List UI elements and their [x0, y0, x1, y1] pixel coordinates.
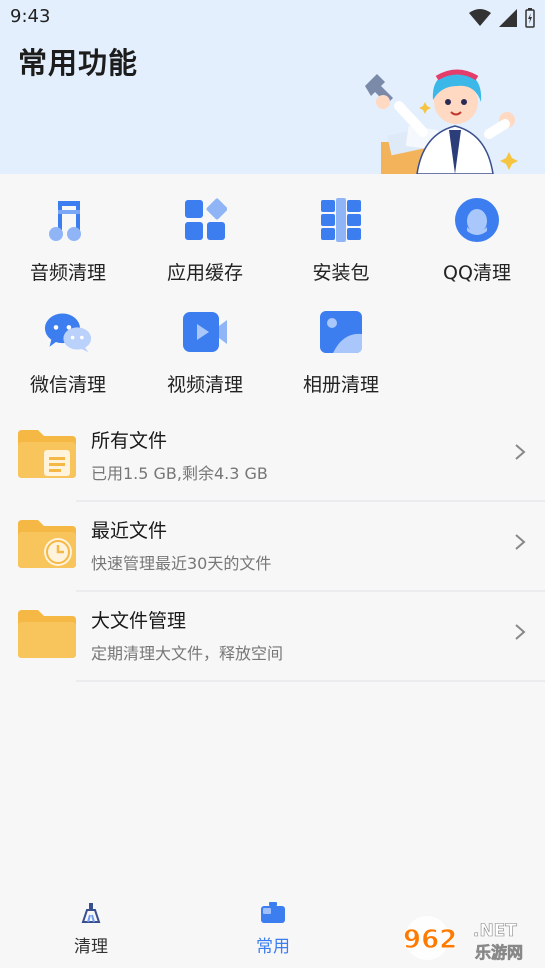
watermark-number: 962: [403, 925, 457, 955]
grid-item-label: QQ清理: [443, 262, 511, 284]
qq-penguin-icon: [453, 196, 501, 244]
watermark-cn: 乐游网: [475, 943, 523, 962]
grid-item-album-clean[interactable]: 相册清理: [281, 308, 401, 397]
broom-icon: [81, 903, 101, 923]
battery-icon: [525, 8, 535, 28]
row-title: 所有文件: [91, 430, 168, 452]
tab-common[interactable]: 常用: [228, 902, 318, 957]
grid-item-app-cache[interactable]: 应用缓存: [145, 196, 265, 285]
status-icons: [469, 8, 535, 28]
chevron-right-icon: [515, 534, 526, 550]
grid-item-qq-clean[interactable]: QQ清理: [417, 196, 537, 285]
grid-item-audio-clean[interactable]: 音频清理: [8, 196, 128, 285]
grid-item-label: 相册清理: [302, 374, 379, 396]
briefcase-icon: [261, 902, 285, 923]
row-subtitle: 已用1.5 GB,剩余4.3 GB: [91, 464, 268, 483]
grid-item-label: 安装包: [312, 262, 370, 284]
grid-item-video-clean[interactable]: 视频清理: [145, 308, 265, 397]
signal-icon: [499, 9, 517, 27]
app-grid-icon: [181, 196, 229, 244]
tab-label: 清理: [74, 937, 108, 957]
watermark-logo: 962 .NET 乐游网: [401, 910, 541, 962]
watermark-suffix: .NET: [473, 921, 517, 941]
chevron-right-icon: [515, 444, 526, 460]
wifi-icon: [469, 9, 491, 26]
row-title: 大文件管理: [91, 610, 187, 632]
video-camera-icon: [181, 308, 229, 356]
tab-clean[interactable]: 清理: [46, 902, 136, 957]
folder-document-icon: [18, 430, 76, 478]
status-time: 9:43: [10, 6, 51, 27]
page-title: 常用功能: [18, 46, 139, 80]
wechat-icon: [44, 308, 92, 356]
grid-item-wechat-clean[interactable]: 微信清理: [8, 308, 128, 397]
grid-item-label: 应用缓存: [166, 262, 243, 284]
header: 9:43 常用功能: [0, 0, 545, 174]
divider: [76, 680, 545, 682]
photo-album-icon: [317, 308, 365, 356]
folder-clock-icon: [18, 520, 76, 568]
folder-icon: [18, 610, 76, 658]
hero-illustration: [365, 69, 518, 174]
grid-item-install-package[interactable]: 安装包: [281, 196, 401, 285]
row-title: 最近文件: [91, 520, 168, 542]
grid-item-label: 视频清理: [166, 374, 243, 396]
row-subtitle: 定期清理大文件，释放空间: [91, 644, 284, 663]
tab-label: 常用: [256, 937, 290, 957]
list-item-recent-files[interactable]: 最近文件 快速管理最近30天的文件: [0, 502, 545, 592]
grid-item-label: 微信清理: [29, 374, 106, 396]
content-area: 音频清理 应用缓存 安装包 QQ清理 微信清理 视频清理 相册清理 所有文件 已…: [0, 174, 545, 892]
chevron-right-icon: [515, 624, 526, 640]
grid-item-label: 音频清理: [29, 262, 106, 284]
package-icon: [317, 196, 365, 244]
list-item-large-files[interactable]: 大文件管理 定期清理大文件，释放空间: [0, 592, 545, 682]
bottom-tab-bar: 清理 常用 962 .NET 乐游网: [0, 892, 545, 968]
list-item-all-files[interactable]: 所有文件 已用1.5 GB,剩余4.3 GB: [0, 412, 545, 502]
music-note-icon: [44, 196, 92, 244]
row-subtitle: 快速管理最近30天的文件: [91, 554, 272, 573]
